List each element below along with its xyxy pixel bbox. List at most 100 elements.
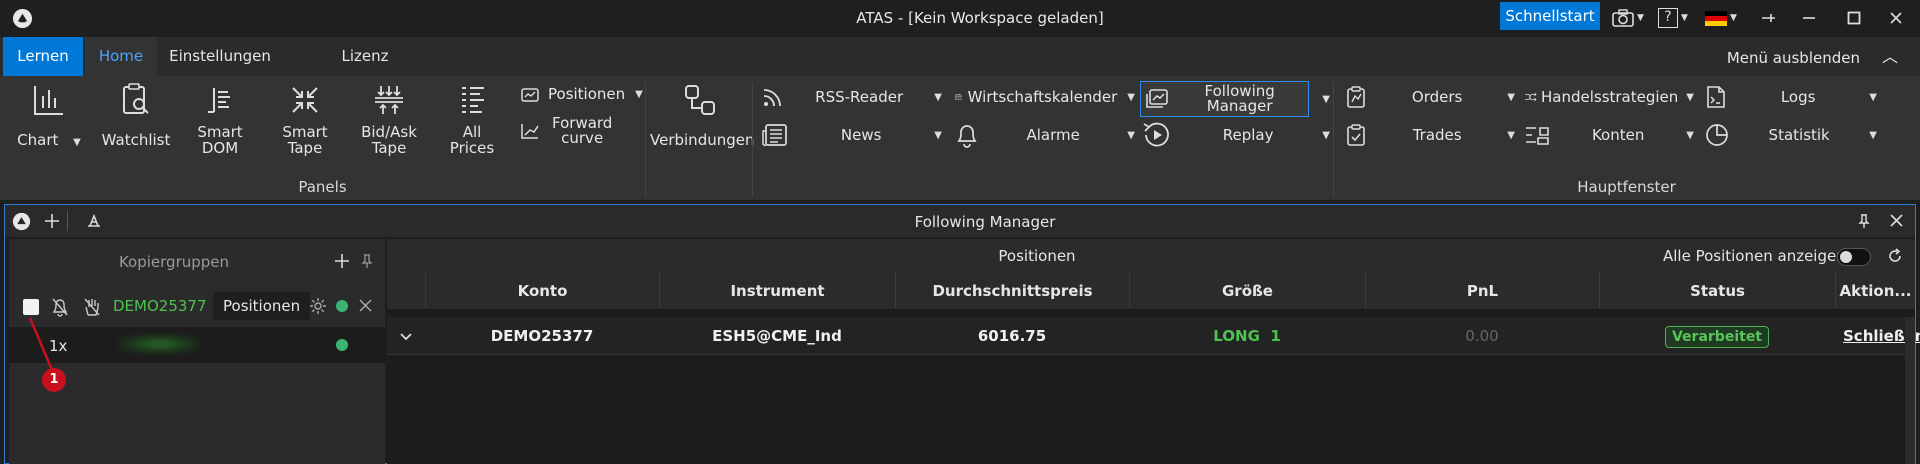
statistik-button[interactable]: Statistik ▼: [1705, 120, 1877, 150]
kopiergruppen-title: Kopiergruppen: [118, 253, 230, 271]
rss-reader-button[interactable]: RSS-Reader ▼: [762, 82, 942, 112]
handelsstrategien-button[interactable]: Handelsstrategien ▼: [1524, 82, 1694, 112]
rss-icon: [763, 89, 781, 107]
help-menu[interactable]: ? ▼: [1658, 6, 1688, 30]
alarme-button[interactable]: Alarme ▼: [955, 120, 1135, 150]
following-manager-icon: [1146, 89, 1168, 108]
status-dot: [336, 339, 348, 351]
tab-home[interactable]: Home: [85, 37, 157, 76]
tab-lernen[interactable]: Lernen: [3, 37, 83, 76]
follower-account-blurred: [119, 335, 199, 353]
pin-window-button[interactable]: [1760, 6, 1776, 30]
smart-dom-button[interactable]: Smart DOM: [190, 82, 250, 156]
pin-icon[interactable]: [361, 253, 373, 269]
annotation-arrow-icon: [28, 317, 54, 371]
bid-ask-tape-button[interactable]: Bid/Ask Tape: [358, 82, 420, 156]
forward-curve-button[interactable]: Forward curve: [520, 114, 612, 148]
wirtschaftskalender-label: Wirtschaftskalender: [967, 88, 1118, 106]
pie-chart-icon: [1706, 124, 1728, 146]
strategies-icon: [1524, 92, 1537, 102]
replay-label: Replay: [1222, 126, 1274, 144]
positionen-button[interactable]: Positionen: [213, 292, 311, 320]
watchlist-button[interactable]: Watchlist: [100, 82, 172, 148]
replay-button[interactable]: Replay ▼: [1140, 120, 1330, 150]
chart-icon: [34, 86, 63, 115]
chevron-down-icon: ▼: [1507, 129, 1515, 141]
refresh-icon[interactable]: [1887, 248, 1903, 264]
forward-curve-icon: [521, 124, 539, 139]
column-instrument[interactable]: Instrument: [659, 273, 895, 309]
cell-durchschnittspreis: 6016.75: [977, 327, 1047, 345]
verbindungen-button[interactable]: Verbindungen: [650, 82, 754, 148]
language-menu[interactable]: ▼: [1705, 6, 1737, 30]
following-manager-button[interactable]: Following Manager ▼: [1145, 82, 1330, 116]
chart-label: Chart: [17, 131, 59, 149]
all-prices-label-1: All: [462, 123, 482, 141]
screenshot-menu[interactable]: ▼: [1612, 6, 1644, 30]
chevron-down-icon: ▼: [934, 129, 942, 141]
accounts-icon: [1526, 127, 1549, 145]
bid-ask-tape-icon: [375, 86, 403, 114]
cell-status: Verarbeitet: [1599, 317, 1835, 355]
positionen-ribbon-button[interactable]: Positionen ▼: [520, 79, 643, 109]
chevron-down-icon: ▼: [1681, 13, 1688, 23]
vertical-scrollbar[interactable]: [1905, 317, 1915, 464]
orders-button[interactable]: Orders ▼: [1345, 82, 1515, 112]
copy-group-row[interactable]: DEMO25377 Positionen: [9, 289, 385, 323]
konten-button[interactable]: Konten ▼: [1524, 120, 1694, 150]
group-separator: [752, 82, 753, 196]
show-all-positions-toggle[interactable]: [1837, 248, 1871, 266]
all-prices-label-2: Prices: [449, 139, 495, 157]
column-konto[interactable]: Konto: [425, 273, 659, 309]
group-checkbox[interactable]: [23, 299, 39, 315]
column-groesse[interactable]: Größe: [1129, 273, 1365, 309]
gear-icon[interactable]: [309, 297, 327, 315]
group-separator: [645, 82, 646, 196]
follower-row[interactable]: 1x: [9, 327, 385, 363]
smart-tape-icon: [292, 87, 318, 113]
chart-button[interactable]: Chart ▼: [14, 82, 84, 151]
positions-table-header: Konto Instrument Durchschnittspreis Größ…: [387, 273, 1915, 309]
column-durchschnittspreis[interactable]: Durchschnittspreis: [895, 273, 1129, 309]
close-icon[interactable]: [1890, 214, 1903, 227]
column-pnl[interactable]: PnL: [1365, 273, 1599, 309]
title-bar: ATAS - [Kein Workspace geladen] Schnells…: [0, 0, 1920, 37]
bell-off-icon[interactable]: [51, 297, 69, 317]
positionen-title: Positionen: [998, 247, 1076, 265]
all-prices-button[interactable]: All Prices: [442, 82, 502, 156]
cell-instrument: ESH5@CME_Ind: [712, 327, 842, 345]
pin-icon[interactable]: [1857, 213, 1871, 229]
all-prices-icon: [462, 87, 484, 113]
chevron-up-icon[interactable]: ︿: [1882, 43, 1898, 67]
smart-dom-label-2: DOM: [201, 139, 239, 157]
hauptfenster-group-label: Hauptfenster: [1577, 178, 1676, 196]
positions-icon: [521, 88, 539, 102]
orders-label: Orders: [1411, 88, 1463, 106]
close-position-link[interactable]: Schließen: [1835, 317, 1920, 355]
news-button[interactable]: News ▼: [762, 120, 942, 150]
konten-label: Konten: [1591, 126, 1645, 144]
tab-lizenz-informationen[interactable]: Lizenz Informationen: [290, 37, 440, 104]
add-group-icon[interactable]: [334, 253, 350, 269]
minimize-button[interactable]: [1802, 6, 1816, 30]
hand-off-icon[interactable]: [83, 297, 101, 317]
wirtschaftskalender-button[interactable]: Wirtschaftskalender ▼: [955, 82, 1135, 112]
schnellstart-button[interactable]: Schnellstart: [1500, 2, 1600, 30]
menu-hide-button[interactable]: Menü ausblenden: [1727, 49, 1860, 67]
cell-konto: DEMO25377: [490, 327, 594, 345]
smart-tape-button[interactable]: Smart Tape: [275, 82, 335, 156]
maximize-button[interactable]: [1847, 6, 1861, 30]
table-row[interactable]: DEMO25377 ESH5@CME_Ind 6016.75 LONG 1 0.…: [387, 317, 1920, 355]
chevron-down-icon: ▼: [1686, 129, 1694, 141]
close-button[interactable]: [1889, 6, 1903, 30]
close-icon[interactable]: [359, 299, 372, 312]
positionen-ribbon-label: Positionen: [548, 85, 626, 103]
panels-group-label: Panels: [298, 178, 347, 196]
column-status[interactable]: Status: [1599, 273, 1835, 309]
trades-button[interactable]: Trades ▼: [1345, 120, 1515, 150]
forward-curve-label-2: curve: [561, 129, 604, 147]
expand-row-button[interactable]: [387, 317, 425, 355]
column-aktion[interactable]: Aktion...: [1835, 273, 1915, 309]
tab-einstellungen[interactable]: Einstellungen: [167, 37, 273, 76]
logs-button[interactable]: Logs ▼: [1705, 82, 1877, 112]
